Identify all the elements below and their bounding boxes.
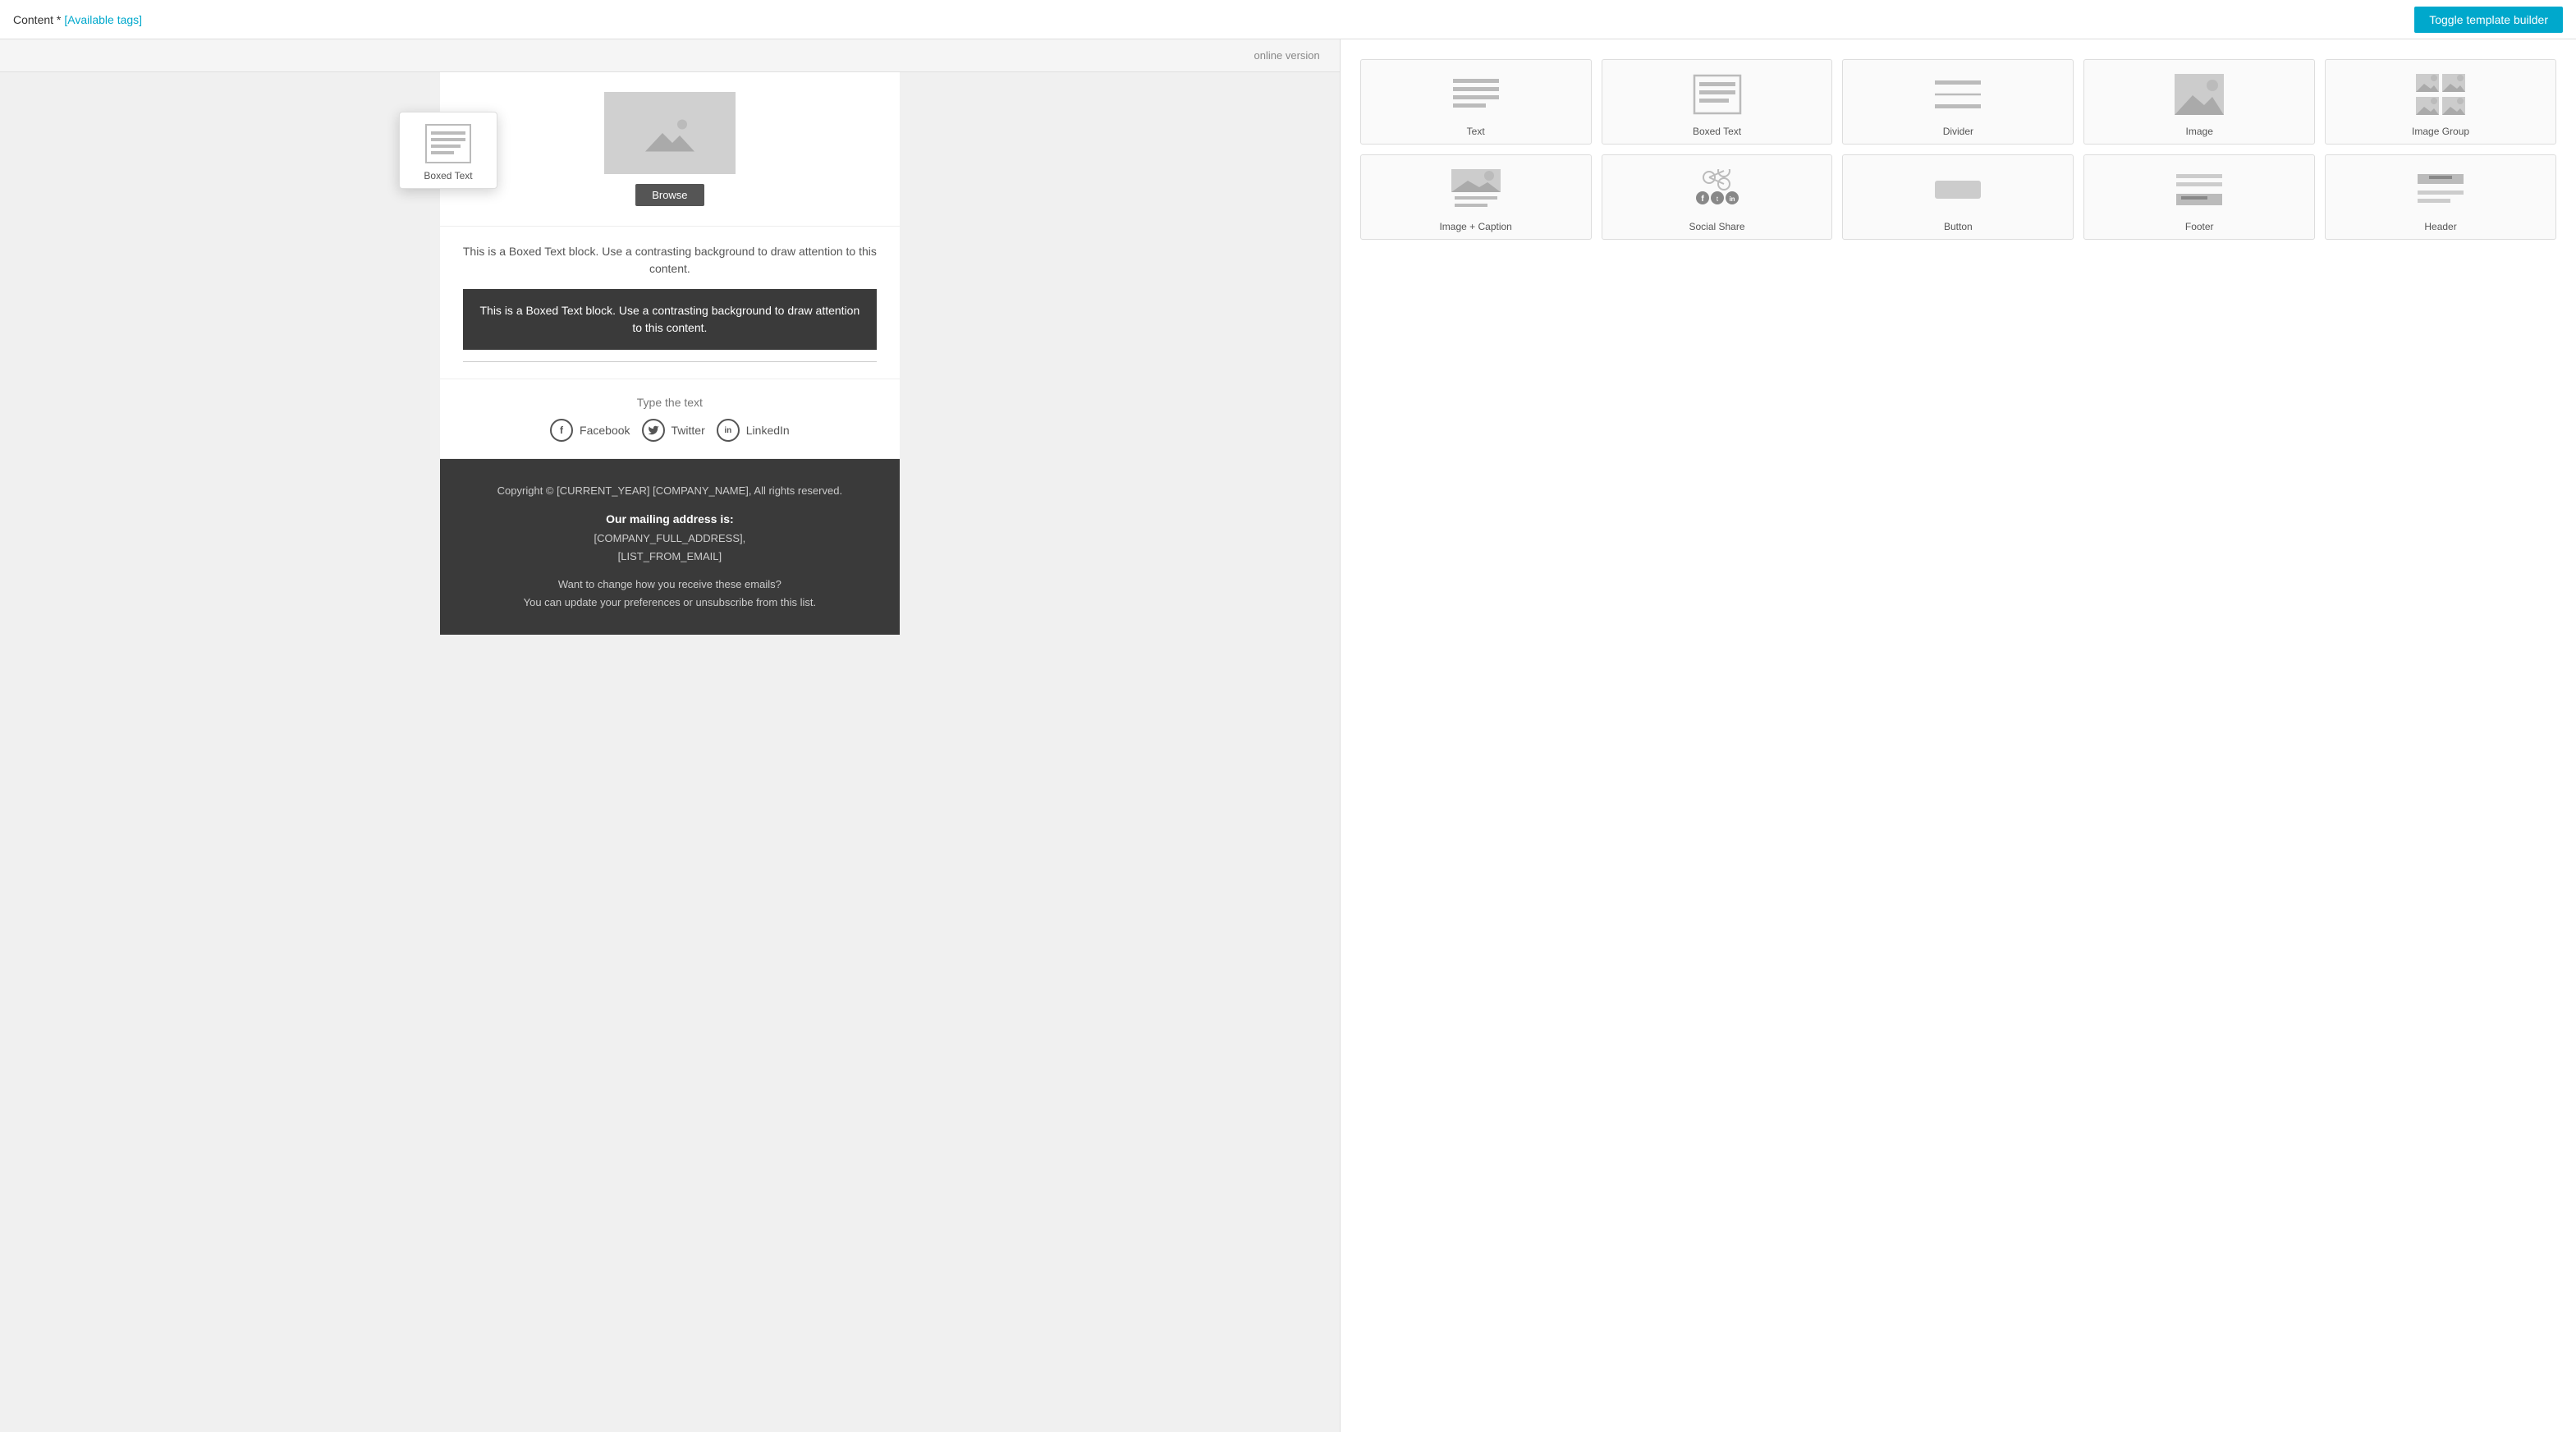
social-type-text: Type the text xyxy=(463,396,877,409)
template-card-footer[interactable]: Footer xyxy=(2083,154,2315,240)
divider-card-icon xyxy=(1929,70,1987,119)
email-preview: online version Browse xyxy=(0,39,1340,1432)
floating-card-icon xyxy=(424,122,473,165)
button-card-label: Button xyxy=(1849,221,2066,232)
toggle-template-builder-button[interactable]: Toggle template builder xyxy=(2414,7,2563,33)
template-card-divider[interactable]: Divider xyxy=(1842,59,2074,145)
footer-email: [LIST_FROM_EMAIL] xyxy=(463,548,877,566)
header-card-icon xyxy=(2412,165,2469,214)
top-bar-left: Content * [Available tags] xyxy=(13,13,142,26)
facebook-label: Facebook xyxy=(580,424,630,437)
boxed-text-block: This is a Boxed Text block. Use a contra… xyxy=(440,227,900,379)
svg-text:in: in xyxy=(1729,195,1735,203)
footer-change-text: Want to change how you receive these ema… xyxy=(463,576,877,594)
twitter-icon[interactable] xyxy=(642,419,665,442)
email-footer: Copyright © [CURRENT_YEAR] [COMPANY_NAME… xyxy=(440,459,900,635)
text-card-icon xyxy=(1447,70,1505,119)
top-bar: Content * [Available tags] Toggle templa… xyxy=(0,0,2576,39)
divider-card-label: Divider xyxy=(1849,126,2066,137)
image-placeholder-icon xyxy=(645,108,694,158)
footer-card-label: Footer xyxy=(2091,221,2308,232)
boxed-text-dark: This is a Boxed Text block. Use a contra… xyxy=(463,289,877,350)
template-card-image-caption[interactable]: Image + Caption xyxy=(1360,154,1592,240)
template-card-text[interactable]: Text xyxy=(1360,59,1592,145)
footer-address: [COMPANY_FULL_ADDRESS], xyxy=(463,530,877,548)
twitter-label: Twitter xyxy=(672,424,705,437)
facebook-icon[interactable]: f xyxy=(550,419,573,442)
floating-card-label: Boxed Text xyxy=(406,170,490,181)
template-panel: Text Boxed Text xyxy=(1340,39,2576,1432)
main-layout: online version Browse xyxy=(0,39,2576,1432)
template-card-image[interactable]: Image xyxy=(2083,59,2315,145)
online-version-bar: online version xyxy=(0,39,1340,72)
boxed-text-card-icon xyxy=(1689,70,1746,119)
divider-line xyxy=(463,361,877,362)
image-placeholder xyxy=(604,92,736,174)
floating-boxed-text-card[interactable]: Boxed Text xyxy=(399,112,497,189)
template-card-social-share[interactable]: f t in Social Share xyxy=(1602,154,1833,240)
linkedin-label: LinkedIn xyxy=(746,424,790,437)
social-share-card-icon: f t in xyxy=(1689,165,1746,214)
linkedin-icon[interactable]: in xyxy=(717,419,740,442)
template-card-image-group[interactable]: Image Group xyxy=(2325,59,2556,145)
template-grid: Text Boxed Text xyxy=(1354,53,2563,246)
social-block: Type the text f Facebook Twitter in Link… xyxy=(440,379,900,459)
image-card-icon xyxy=(2170,70,2228,119)
image-group-card-label: Image Group xyxy=(2332,126,2549,137)
template-card-boxed-text[interactable]: Boxed Text xyxy=(1602,59,1833,145)
button-card-icon xyxy=(1929,165,1987,214)
email-body: Browse This is a Boxed Text block. Use a… xyxy=(440,72,900,635)
footer-card-icon xyxy=(2170,165,2228,214)
footer-unsubscribe-text: You can update your preferences or unsub… xyxy=(463,594,877,612)
footer-mailing-label: Our mailing address is: xyxy=(463,510,877,530)
text-card-label: Text xyxy=(1368,126,1584,137)
template-card-button[interactable]: Button xyxy=(1842,154,2074,240)
image-caption-card-label: Image + Caption xyxy=(1368,221,1584,232)
image-caption-card-icon xyxy=(1447,165,1505,214)
boxed-text-light: This is a Boxed Text block. Use a contra… xyxy=(463,243,877,278)
image-card-label: Image xyxy=(2091,126,2308,137)
footer-copyright: Copyright © [CURRENT_YEAR] [COMPANY_NAME… xyxy=(463,482,877,500)
boxed-text-card-label: Boxed Text xyxy=(1609,126,1826,137)
social-share-card-label: Social Share xyxy=(1609,221,1826,232)
content-label: Content * xyxy=(13,13,61,26)
browse-button[interactable]: Browse xyxy=(635,184,704,206)
available-tags-link[interactable]: [Available tags] xyxy=(64,13,142,26)
template-card-header[interactable]: Header xyxy=(2325,154,2556,240)
online-version-text: online version xyxy=(1254,49,1320,62)
header-card-label: Header xyxy=(2332,221,2549,232)
image-group-card-icon xyxy=(2412,70,2469,119)
social-links: f Facebook Twitter in LinkedIn xyxy=(463,419,877,442)
image-block: Browse xyxy=(440,72,900,227)
email-preview-wrapper: online version Browse xyxy=(0,39,1340,635)
